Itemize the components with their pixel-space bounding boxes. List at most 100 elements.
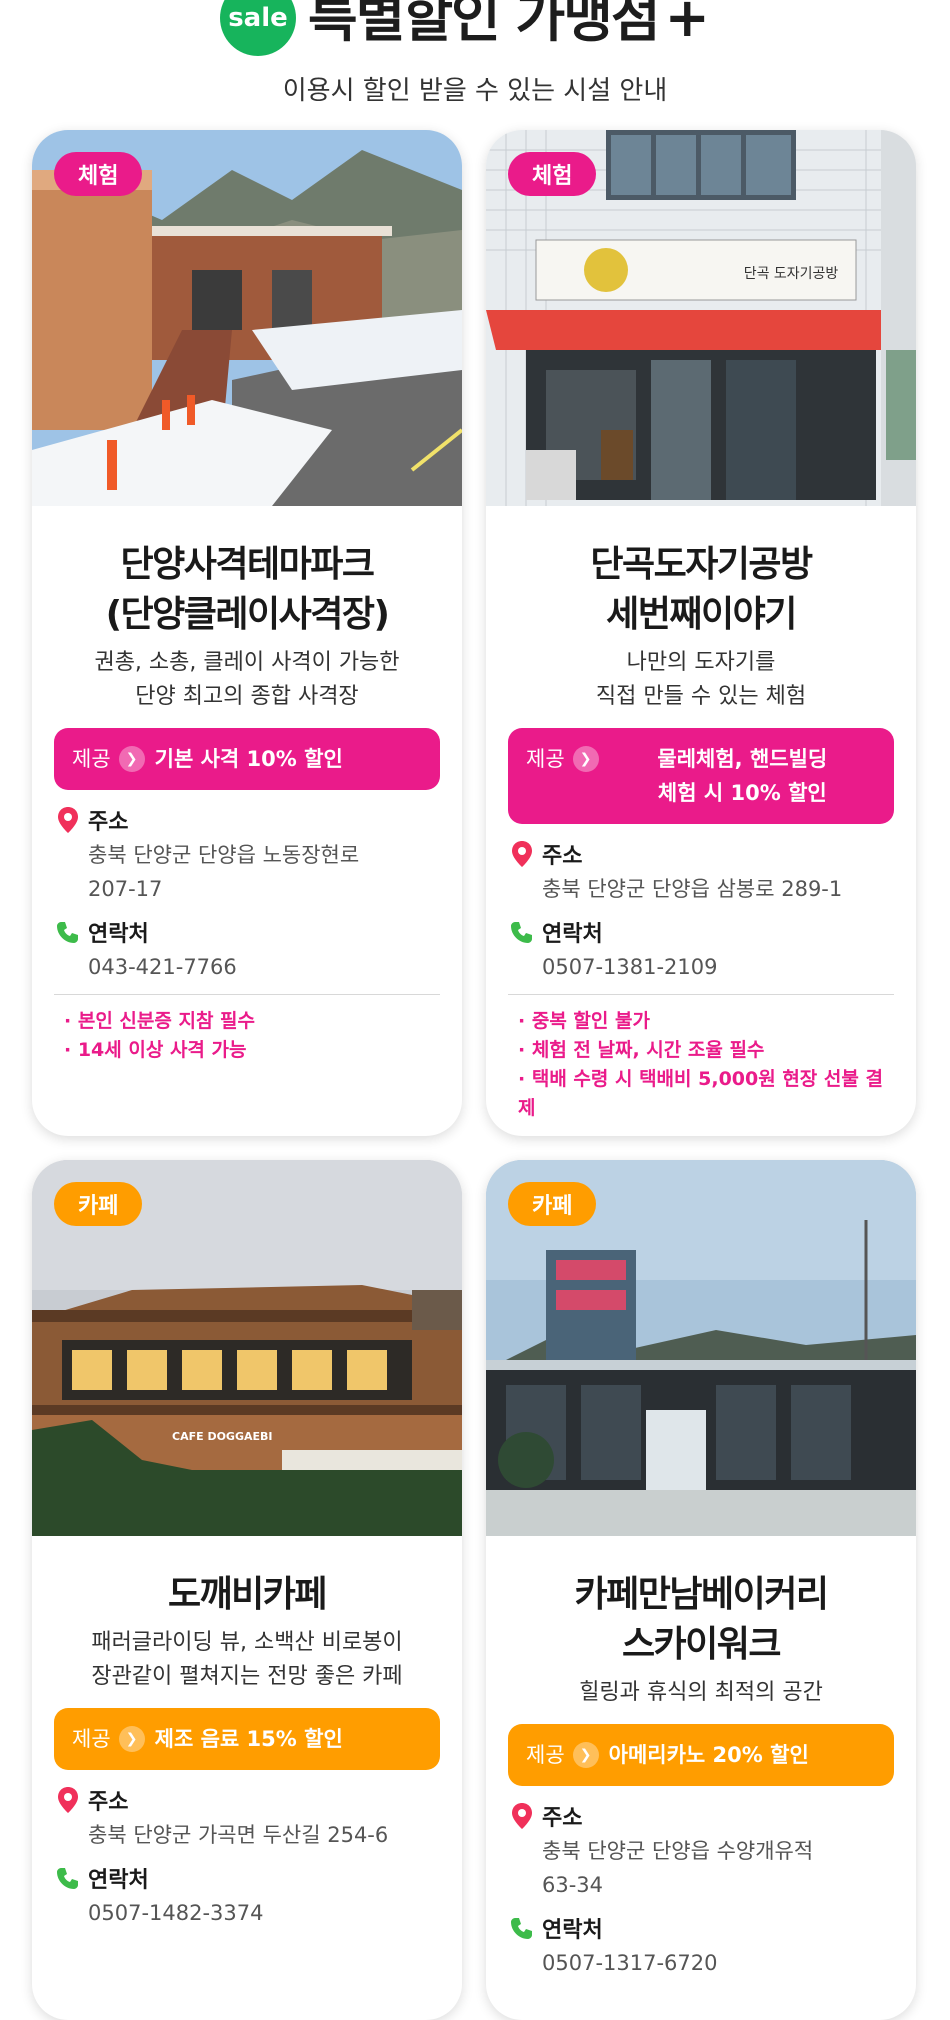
- map-pin-icon: [54, 805, 82, 835]
- discount-offer: 제공 ❯ 아메리카노 20% 할인: [508, 1724, 894, 1786]
- map-pin-icon: [54, 1785, 82, 1815]
- address-section: 주소 충북 단양군 단양읍 수양개유적 63-34: [508, 1798, 894, 1902]
- place-name-line1: 도깨비카페: [167, 1574, 328, 1615]
- partner-card-doggaebi-cafe: CAFE DOGGAEBI 카페 도깨비카페 패러글라이딩 뷰, 소백산 비로봉…: [32, 1160, 462, 2020]
- contact-section: 연락처 0507-1317-6720: [508, 1910, 894, 1980]
- card-body: 카페만남베이커리 스카이워크 힐링과 휴식의 최적의 공간 제공 ❯ 아메리카노…: [486, 1536, 916, 1988]
- address-line1: 충북 단양군 가곡면 두산길 254-6: [88, 1823, 389, 1847]
- note-item: · 택배 수령 시 택배비 5,000원 현장 선불 결제: [518, 1068, 883, 1119]
- phone-icon: [508, 917, 536, 947]
- desc-line1: 나만의 도자기를: [626, 650, 776, 675]
- discount-offer: 제공 ❯ 물레체험, 핸드빌딩 체험 시 10% 할인: [508, 728, 894, 824]
- page-title: 특별할인 가맹점: [308, 0, 661, 49]
- contact-label: 연락처: [88, 922, 149, 947]
- address-value: 충북 단양군 단양읍 수양개유적 63-34: [542, 1834, 894, 1902]
- note-item: · 중복 할인 불가: [518, 1010, 650, 1032]
- address-line1: 충북 단양군 단양읍 삼봉로 289-1: [542, 877, 843, 901]
- place-name-line1: 단양사격테마파크: [120, 544, 375, 585]
- address-line1: 충북 단양군 단양읍 노동장현로: [88, 843, 360, 867]
- address-section: 주소 충북 단양군 가곡면 두산길 254-6: [54, 1782, 440, 1852]
- place-name: 카페만남베이커리 스카이워크: [486, 1570, 916, 1670]
- address-section: 주소 충북 단양군 단양읍 노동장현로 207-17: [54, 802, 440, 906]
- card-photo: 체험: [32, 130, 462, 506]
- address-line2: 207-17: [88, 877, 163, 901]
- place-description: 나만의 도자기를 직접 만들 수 있는 체험: [486, 646, 916, 714]
- address-section: 주소 충북 단양군 단양읍 삼봉로 289-1: [508, 836, 894, 906]
- address-value: 충북 단양군 가곡면 두산길 254-6: [88, 1818, 440, 1852]
- offer-text: 기본 사격 10% 할인: [154, 747, 343, 771]
- place-name-line2: (단양클레이사격장): [105, 594, 390, 635]
- offer-line1: 물레체험, 핸드빌딩: [657, 747, 828, 771]
- map-pin-icon: [508, 839, 536, 869]
- offer-text: 물레체험, 핸드빌딩 체험 시 10% 할인: [609, 742, 876, 810]
- contact-section: 연락처 043-421-7766: [54, 914, 440, 984]
- partner-card-skywalk-bakery: 카페 카페만남베이커리 스카이워크 힐링과 휴식의 최적의 공간 제공 ❯ 아메…: [486, 1160, 916, 2020]
- offer-label: 제공: [72, 747, 111, 771]
- place-name-line2: 스카이워크: [621, 1624, 782, 1665]
- offer-line2: 체험 시 10% 할인: [657, 781, 827, 805]
- address-label: 주소: [542, 1806, 583, 1831]
- contact-section: 연락처 0507-1381-2109: [508, 914, 894, 984]
- note-item: · 본인 신분증 지참 필수: [64, 1010, 255, 1032]
- phone-number[interactable]: 043-421-7766: [88, 950, 440, 984]
- desc-line1: 패러글라이딩 뷰, 소백산 비로봉이: [91, 1630, 403, 1655]
- offer-label: 제공: [72, 1727, 111, 1751]
- page-subtitle: 이용시 할인 받을 수 있는 시설 안내: [282, 76, 668, 106]
- place-description: 패러글라이딩 뷰, 소백산 비로봉이 장관같이 펼쳐지는 전망 좋은 카페: [32, 1626, 462, 1694]
- address-label: 주소: [542, 844, 583, 869]
- map-pin-icon: [508, 1801, 536, 1831]
- category-tag: 카페: [508, 1182, 597, 1226]
- place-description: 힐링과 휴식의 최적의 공간: [486, 1676, 916, 1710]
- contact-label: 연락처: [88, 1868, 149, 1893]
- desc-line1: 힐링과 휴식의 최적의 공간: [579, 1680, 823, 1705]
- desc-line2: 직접 만들 수 있는 체험: [595, 684, 807, 709]
- offer-label: 제공: [526, 747, 565, 771]
- place-name-line2: 세번째이야기: [606, 594, 797, 635]
- address-label: 주소: [88, 1790, 129, 1815]
- partner-card-shooting-park: 체험 단양사격테마파크 (단양클레이사격장) 권총, 소총, 클레이 사격이 가…: [32, 130, 462, 1136]
- arrow-right-icon: ❯: [572, 1742, 599, 1768]
- sale-badge: sale: [220, 0, 296, 56]
- address-value: 충북 단양군 단양읍 삼봉로 289-1: [542, 872, 894, 906]
- divider: [508, 994, 894, 995]
- card-body: 단양사격테마파크 (단양클레이사격장) 권총, 소총, 클레이 사격이 가능한 …: [32, 506, 462, 1065]
- card-photo: 단곡 도자기공방 체험: [486, 130, 916, 506]
- card-photo: CAFE DOGGAEBI 카페: [32, 1160, 462, 1536]
- offer-text: 제조 음료 15% 할인: [154, 1727, 343, 1751]
- category-tag: 카페: [54, 1182, 143, 1226]
- desc-line2: 장관같이 펼쳐지는 전망 좋은 카페: [91, 1664, 403, 1689]
- address-value: 충북 단양군 단양읍 노동장현로 207-17: [88, 838, 440, 906]
- header-title-row: sale 특별할인 가맹점 +: [220, 0, 710, 58]
- card-photo: 카페: [486, 1160, 916, 1536]
- divider: [54, 994, 440, 995]
- note-item: · 14세 이상 사격 가능: [64, 1039, 247, 1061]
- note-item: · 체험 전 날짜, 시간 조율 필수: [518, 1039, 765, 1061]
- discount-offer: 제공 ❯ 제조 음료 15% 할인: [54, 1708, 440, 1770]
- arrow-right-icon: ❯: [118, 746, 145, 772]
- phone-number[interactable]: 0507-1317-6720: [542, 1946, 894, 1980]
- contact-section: 연락처 0507-1482-3374: [54, 1860, 440, 1930]
- desc-line2: 단양 최고의 종합 사격장: [135, 684, 359, 709]
- place-description: 권총, 소총, 클레이 사격이 가능한 단양 최고의 종합 사격장: [32, 646, 462, 714]
- arrow-right-icon: ❯: [572, 746, 599, 772]
- address-line2: 63-34: [542, 1873, 604, 1897]
- contact-label: 연락처: [542, 1918, 603, 1943]
- phone-icon: [54, 1863, 82, 1893]
- card-body: 도깨비카페 패러글라이딩 뷰, 소백산 비로봉이 장관같이 펼쳐지는 전망 좋은…: [32, 1536, 462, 1938]
- phone-number[interactable]: 0507-1381-2109: [542, 950, 894, 984]
- place-name: 단양사격테마파크 (단양클레이사격장): [32, 540, 462, 640]
- place-name: 단곡도자기공방 세번째이야기: [486, 540, 916, 640]
- notes-list: · 중복 할인 불가 · 체험 전 날짜, 시간 조율 필수 · 택배 수령 시…: [518, 1007, 894, 1123]
- notes-list: · 본인 신분증 지참 필수 · 14세 이상 사격 가능: [64, 1007, 440, 1065]
- place-name: 도깨비카페: [32, 1570, 462, 1620]
- category-tag: 체험: [54, 152, 143, 196]
- desc-line1: 권총, 소총, 클레이 사격이 가능한: [94, 650, 400, 675]
- phone-number[interactable]: 0507-1482-3374: [88, 1896, 440, 1930]
- shop-sign-text: 단곡 도자기공방: [744, 266, 839, 282]
- discount-offer: 제공 ❯ 기본 사격 10% 할인: [54, 728, 440, 790]
- partner-card-pottery-studio: 단곡 도자기공방 체험 단곡도자기공방 세번째이야기 나만의 도자기를 직접 만…: [486, 130, 916, 1136]
- offer-label: 제공: [526, 1743, 565, 1767]
- address-label: 주소: [88, 810, 129, 835]
- card-body: 단곡도자기공방 세번째이야기 나만의 도자기를 직접 만들 수 있는 체험 제공…: [486, 506, 916, 1123]
- contact-label: 연락처: [542, 922, 603, 947]
